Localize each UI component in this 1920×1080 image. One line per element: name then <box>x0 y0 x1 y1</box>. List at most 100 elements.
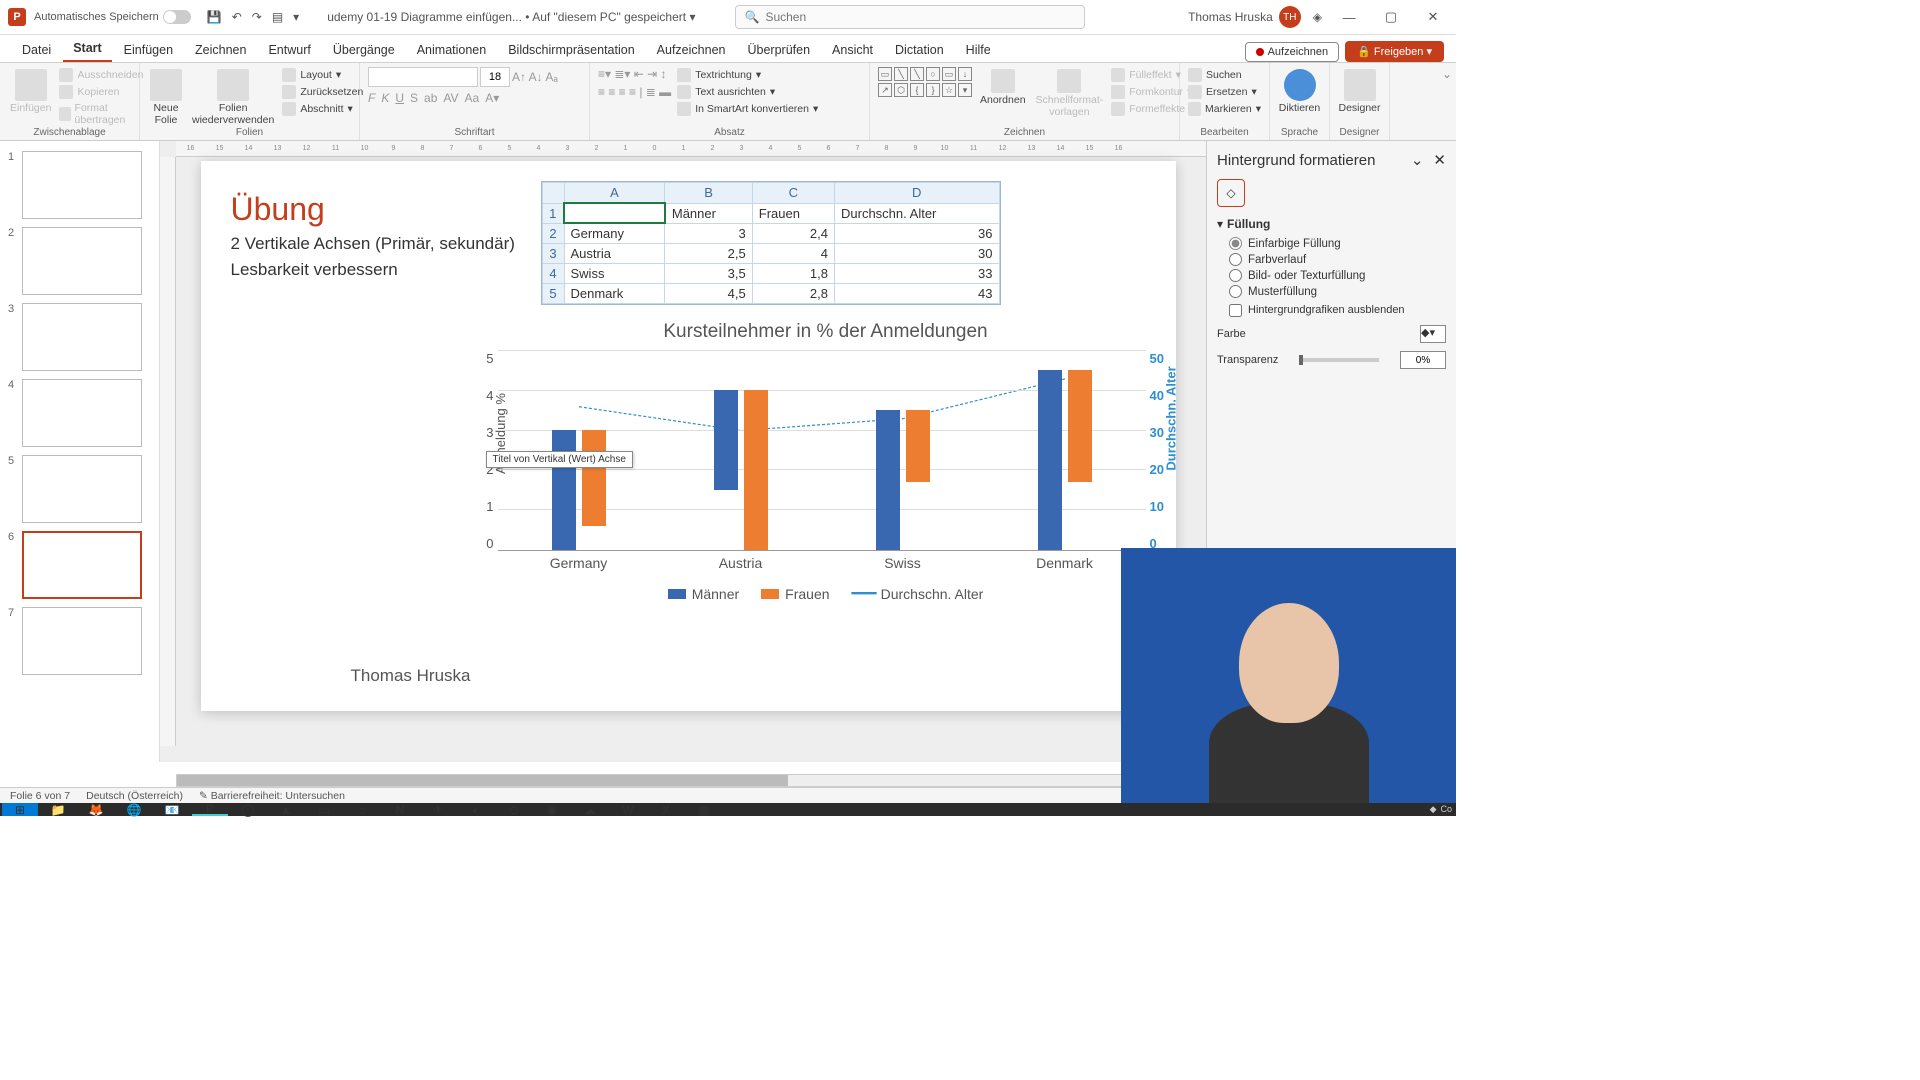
undo-icon[interactable]: ↶ <box>232 10 242 24</box>
font-color-button[interactable]: A▾ <box>485 91 499 105</box>
tab-start[interactable]: Start <box>63 36 111 62</box>
tab-einfügen[interactable]: Einfügen <box>114 38 183 62</box>
hide-bg-graphics-checkbox[interactable]: Hintergrundgrafiken ausblenden <box>1229 304 1446 317</box>
tab-datei[interactable]: Datei <box>12 38 61 62</box>
app-icon-7[interactable]: ◉ <box>534 803 570 816</box>
tab-animationen[interactable]: Animationen <box>407 38 497 62</box>
slide-editor[interactable]: 1615141312111098765432101234567891011121… <box>160 141 1206 762</box>
app-icon-9[interactable]: ▦ <box>686 803 722 816</box>
telegram-icon[interactable]: ✈ <box>420 803 456 816</box>
app-icon-6[interactable]: ⊙ <box>496 803 532 816</box>
save-icon[interactable]: 💾 <box>207 10 222 24</box>
app-icon-3[interactable]: ▭ <box>306 803 342 816</box>
author-text[interactable]: Thomas Hruska <box>351 666 471 686</box>
excel-icon[interactable]: X <box>648 803 684 816</box>
minimize-button[interactable]: — <box>1334 10 1364 25</box>
autosave-toggle[interactable]: Automatisches Speichern <box>34 10 191 24</box>
bold-button[interactable]: F <box>368 91 375 105</box>
present-icon[interactable]: ▤ <box>272 10 283 24</box>
thumbnail-1[interactable] <box>22 151 142 219</box>
thumbnail-5[interactable] <box>22 455 142 523</box>
dictate-button[interactable]: Diktieren <box>1278 67 1321 117</box>
firefox-icon[interactable]: 🦊 <box>78 803 114 816</box>
reset-button[interactable]: Zurücksetzen <box>282 84 363 100</box>
app-icon-5[interactable]: ◐ <box>458 803 494 816</box>
replace-button[interactable]: Ersetzen ▾ <box>1188 84 1261 100</box>
thumbnail-3[interactable] <box>22 303 142 371</box>
language-status[interactable]: Deutsch (Österreich) <box>86 790 183 802</box>
search-box[interactable]: 🔍 <box>735 5 1085 29</box>
qat-more-icon[interactable]: ▾ <box>293 10 299 24</box>
tab-übergänge[interactable]: Übergänge <box>323 38 405 62</box>
close-button[interactable]: ✕ <box>1418 9 1448 25</box>
pane-close-icon[interactable]: ✕ <box>1433 151 1446 169</box>
designer-button[interactable]: Designer <box>1338 67 1381 117</box>
section-button[interactable]: Abschnitt ▾ <box>282 101 363 117</box>
text-direction-button[interactable]: Textrichtung ▾ <box>677 67 818 83</box>
app-icon-2[interactable]: ▲ <box>268 803 304 816</box>
user-account[interactable]: Thomas Hruska TH <box>1188 6 1301 28</box>
strike-button[interactable]: S <box>410 91 418 105</box>
underline-button[interactable]: U <box>395 91 404 105</box>
transparency-slider[interactable] <box>1299 358 1379 362</box>
explorer-icon[interactable]: 📁 <box>40 803 76 816</box>
thumbnail-7[interactable] <box>22 607 142 675</box>
pane-dropdown-icon[interactable]: ⌄ <box>1411 151 1424 169</box>
tab-überprüfen[interactable]: Überprüfen <box>737 38 820 62</box>
tab-bildschirmpräsentation[interactable]: Bildschirmpräsentation <box>498 38 644 62</box>
quick-styles-button[interactable]: Schnellformat-vorlagen <box>1034 67 1106 120</box>
accessibility-status[interactable]: ✎ Barrierefreiheit: Untersuchen <box>199 790 345 802</box>
tab-entwurf[interactable]: Entwurf <box>258 38 320 62</box>
fill-option-0[interactable]: Einfarbige Füllung <box>1229 237 1446 250</box>
app-icon-8[interactable]: ☁ <box>572 803 608 816</box>
tab-dictation[interactable]: Dictation <box>885 38 954 62</box>
fill-section[interactable]: ▾ Füllung <box>1217 217 1446 231</box>
embedded-data-table[interactable]: ABCD1MännerFrauenDurchschn. Alter2German… <box>541 181 1001 305</box>
smartart-button[interactable]: In SmartArt konvertieren ▾ <box>677 101 818 117</box>
powerpoint-icon[interactable]: P <box>192 803 228 816</box>
horizontal-scrollbar[interactable] <box>176 774 1196 787</box>
tab-aufzeichnen[interactable]: Aufzeichnen <box>647 38 736 62</box>
thumbnail-2[interactable] <box>22 227 142 295</box>
find-button[interactable]: Suchen <box>1188 67 1261 83</box>
thumbnail-4[interactable] <box>22 379 142 447</box>
thumbnail-6[interactable] <box>22 531 142 599</box>
italic-button[interactable]: K <box>381 91 389 105</box>
layout-button[interactable]: Layout ▾ <box>282 67 363 83</box>
outlook-icon[interactable]: 📧 <box>154 803 190 816</box>
fill-option-3[interactable]: Musterfüllung <box>1229 285 1446 298</box>
select-button[interactable]: Markieren ▾ <box>1188 101 1261 117</box>
align-text-button[interactable]: Text ausrichten ▾ <box>677 84 818 100</box>
ribbon-collapse-button[interactable]: ⌄ <box>1438 63 1456 140</box>
font-family-select[interactable] <box>368 67 478 87</box>
paste-button[interactable]: Einfügen <box>8 67 53 117</box>
fill-option-1[interactable]: Farbverlauf <box>1229 253 1446 266</box>
tab-zeichnen[interactable]: Zeichnen <box>185 38 256 62</box>
word-icon[interactable]: W <box>610 803 646 816</box>
maximize-button[interactable]: ▢ <box>1376 9 1406 25</box>
shapes-gallery[interactable]: ▭╲╲○▭↓ ↗⬡{}☆▾ <box>878 67 972 97</box>
slide-counter[interactable]: Folie 6 von 7 <box>10 790 70 802</box>
chart[interactable]: Kursteilnehmer in % der Anmeldungen Anme… <box>476 321 1176 621</box>
system-tray[interactable]: ◆Co <box>1430 804 1456 815</box>
slide-canvas[interactable]: Übung 2 Vertikale Achsen (Primär, sekund… <box>201 161 1176 711</box>
new-slide-button[interactable]: Neue Folie <box>148 67 184 128</box>
search-input[interactable] <box>765 10 1076 24</box>
chrome-icon[interactable]: 🌐 <box>116 803 152 816</box>
font-size-select[interactable] <box>480 67 510 87</box>
document-title[interactable]: udemy 01-19 Diagramme einfügen... • Auf … <box>327 10 695 24</box>
tab-ansicht[interactable]: Ansicht <box>822 38 883 62</box>
share-button[interactable]: 🔒 Freigeben ▾ <box>1345 41 1444 62</box>
redo-icon[interactable]: ↷ <box>252 10 262 24</box>
copy-button[interactable]: Kopieren <box>59 84 143 100</box>
record-button[interactable]: Aufzeichnen <box>1245 42 1340 62</box>
reuse-slides-button[interactable]: Folien wiederverwenden <box>190 67 276 128</box>
arrange-button[interactable]: Anordnen <box>978 67 1028 109</box>
transparency-input[interactable] <box>1400 351 1446 369</box>
color-picker-button[interactable]: ◆▾ <box>1420 325 1446 343</box>
app-icon-1[interactable]: ◯ <box>230 803 266 816</box>
diamond-icon[interactable]: ◈ <box>1313 10 1322 24</box>
format-painter-button[interactable]: Format übertragen <box>59 101 143 127</box>
tab-hilfe[interactable]: Hilfe <box>956 38 1001 62</box>
fill-tab-icon[interactable]: ◇ <box>1217 179 1245 207</box>
